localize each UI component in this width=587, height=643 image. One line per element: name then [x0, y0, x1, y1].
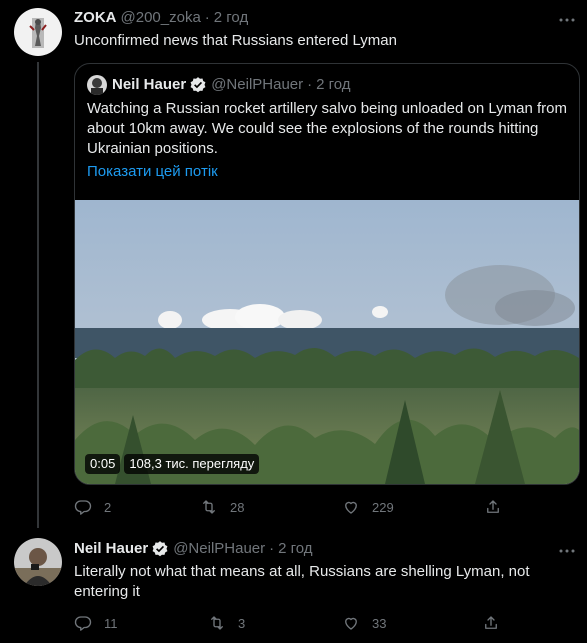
video-player[interactable]: 0:05 108,3 тис. перегляду — [75, 200, 579, 484]
like-button[interactable]: 33 — [342, 614, 482, 632]
reply-button[interactable]: 11 — [74, 614, 208, 632]
video-duration: 0:05 — [85, 454, 121, 474]
tweet-header: Neil Hauer @NeilPHauer · 2 год — [74, 539, 313, 559]
avatar-zoka[interactable] — [14, 8, 62, 56]
tweet-header: ZOKA @200_zoka · 2 год — [74, 8, 248, 28]
tweet-neil-hauer[interactable]: Neil Hauer @NeilPHauer · 2 год Literally… — [0, 528, 587, 643]
tweet-actions: 2 28 229 — [74, 497, 502, 517]
quoted-tweet[interactable]: Neil Hauer @NeilPHauer · 2 год Watching … — [74, 63, 580, 485]
share-icon — [485, 616, 497, 629]
share-icon — [487, 500, 499, 513]
like-count: 229 — [372, 499, 394, 515]
retweet-icon — [203, 500, 215, 514]
separator-dot: · — [204, 9, 210, 26]
tweet-text: Literally not what that means at all, Ru… — [74, 563, 530, 600]
more-horizontal-icon[interactable] — [557, 542, 577, 562]
more-horizontal-icon[interactable] — [557, 11, 577, 31]
retweet-icon — [211, 616, 223, 630]
verified-badge-icon — [151, 540, 169, 558]
avatar-neil-small — [87, 75, 107, 95]
video-views: 108,3 тис. перегляду — [124, 454, 260, 474]
video-badges: 0:05 108,3 тис. перегляду — [85, 454, 260, 474]
reply-icon — [74, 616, 92, 631]
author-handle[interactable]: @200_zoka — [121, 8, 201, 28]
verified-badge-icon — [189, 76, 207, 94]
heart-icon — [345, 617, 357, 630]
retweet-button[interactable]: 3 — [208, 614, 342, 632]
tweet-zoka[interactable]: ZOKA @200_zoka · 2 год Unconfirmed news … — [0, 0, 587, 528]
reply-count: 2 — [104, 499, 112, 515]
reply-count: 11 — [104, 615, 118, 631]
share-button[interactable] — [484, 498, 502, 516]
separator-dot: · — [269, 540, 275, 557]
retweet-count: 3 — [238, 615, 246, 631]
quoted-author-handle: @NeilPHauer — [211, 76, 304, 93]
tweet-time[interactable]: 2 год — [278, 539, 312, 559]
tweet-time[interactable]: 2 год — [214, 8, 248, 28]
avatar-neil[interactable] — [14, 538, 62, 586]
video-frame — [75, 200, 579, 484]
author-name[interactable]: ZOKA — [74, 8, 117, 28]
tweet-actions: 11 3 33 — [74, 613, 500, 633]
retweet-count: 28 — [230, 499, 245, 515]
quoted-header: Neil Hauer @NeilPHauer · 2 год — [112, 75, 351, 95]
show-thread-link[interactable]: Показати цей потік — [87, 162, 218, 182]
quoted-text: Watching a Russian rocket artillery salv… — [87, 100, 567, 157]
like-count: 33 — [372, 615, 387, 631]
separator-dot: · — [307, 76, 313, 93]
thread-line — [37, 62, 39, 528]
quoted-author-name: Neil Hauer — [112, 76, 187, 93]
author-name[interactable]: Neil Hauer — [74, 539, 148, 559]
author-handle[interactable]: @NeilPHauer — [173, 539, 265, 559]
retweet-button[interactable]: 28 — [200, 498, 342, 516]
like-button[interactable]: 229 — [342, 498, 484, 516]
quoted-time: 2 год — [316, 76, 351, 93]
reply-button[interactable]: 2 — [74, 498, 200, 516]
reply-icon — [74, 500, 92, 515]
share-button[interactable] — [482, 614, 500, 632]
tweet-text: Unconfirmed news that Russians entered L… — [74, 32, 397, 49]
heart-icon — [345, 501, 357, 514]
